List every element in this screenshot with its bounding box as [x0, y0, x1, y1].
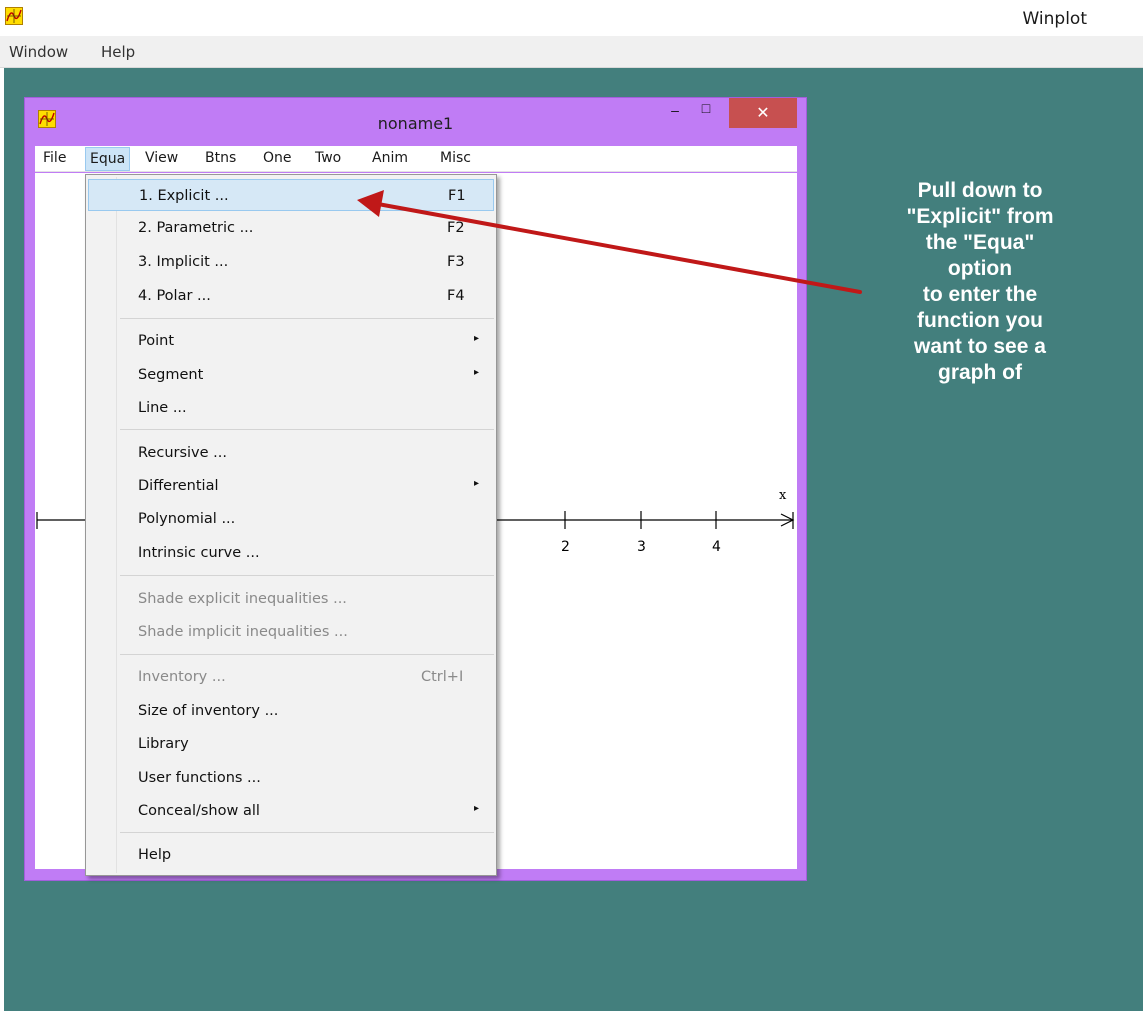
app-titlebar: Winplot [0, 0, 1143, 36]
menu-item-label: Help [138, 847, 172, 863]
menu-separator [120, 575, 494, 576]
menu-item-label: User functions ... [138, 770, 261, 786]
menu-item-label: Shade explicit inequalities ... [138, 591, 347, 607]
menu-item-shortcut: F2 [447, 220, 465, 236]
annotation-line: Pull down to [917, 179, 1043, 202]
maximize-button[interactable]: □ [695, 100, 717, 122]
menu-item-shortcut: F3 [447, 254, 465, 270]
menu-item-label: 4. Polar ... [138, 288, 211, 304]
menu-item-label: Shade implicit inequalities ... [138, 624, 348, 640]
menu-item-label: Size of inventory ... [138, 703, 279, 719]
menu-item-label: Point [138, 333, 175, 349]
menu-separator [120, 654, 494, 655]
menu-item-inventory[interactable]: Inventory ... Ctrl+I [88, 661, 494, 693]
tick-label: 2 [561, 539, 570, 555]
annotation-text: Pull down to "Explicit" from the "Equa" … [855, 178, 1105, 386]
menu-file[interactable]: File [43, 150, 66, 166]
menu-btns[interactable]: Btns [205, 150, 236, 166]
menu-item-label: Segment [138, 367, 204, 383]
menu-view[interactable]: View [145, 150, 178, 166]
submenu-arrow-icon: ▸ [474, 367, 480, 378]
menu-item-size-of-inventory[interactable]: Size of inventory ... [88, 695, 494, 727]
menu-item-label: Recursive ... [138, 445, 227, 461]
submenu-arrow-icon: ▸ [474, 803, 480, 814]
menu-misc[interactable]: Misc [440, 150, 471, 166]
app-menubar: Window Help [0, 36, 1143, 68]
annotation-line: function you [917, 309, 1043, 332]
annotation-line: want to see a [914, 335, 1046, 358]
submenu-arrow-icon: ▸ [474, 478, 480, 489]
tick-label: 4 [712, 539, 721, 555]
menu-item-label: Conceal/show all [138, 803, 260, 819]
app-title: Winplot [1022, 9, 1087, 29]
menu-item-library[interactable]: Library [88, 728, 494, 760]
menu-two[interactable]: Two [315, 150, 341, 166]
menu-item-recursive[interactable]: Recursive ... [88, 437, 494, 469]
menu-item-shade-implicit[interactable]: Shade implicit inequalities ... [88, 616, 494, 648]
menu-item-help[interactable]: Help [88, 839, 494, 871]
tick-label: 3 [637, 539, 646, 555]
menu-item-point[interactable]: Point ▸ [88, 325, 494, 357]
menu-item-label: 3. Implicit ... [138, 254, 229, 270]
menu-item-shortcut: F4 [447, 288, 465, 304]
submenu-arrow-icon: ▸ [474, 333, 480, 344]
menu-item-conceal-show-all[interactable]: Conceal/show all ▸ [88, 795, 494, 827]
equa-dropdown-menu: 1. Explicit ... F1 2. Parametric ... F2 … [85, 174, 497, 876]
menu-separator [120, 832, 494, 833]
menu-item-label: Library [138, 736, 189, 752]
menu-separator [120, 429, 494, 430]
annotation-line: "Explicit" from [906, 205, 1054, 228]
menu-one[interactable]: One [263, 150, 292, 166]
app-menu-window[interactable]: Window [9, 43, 68, 61]
menu-item-label: Differential [138, 478, 219, 494]
menu-item-explicit[interactable]: 1. Explicit ... F1 [88, 179, 494, 211]
x-axis-label: x [779, 488, 787, 503]
minimize-button[interactable]: – [666, 102, 684, 124]
menu-item-intrinsic-curve[interactable]: Intrinsic curve ... [88, 537, 494, 569]
menu-item-segment[interactable]: Segment ▸ [88, 359, 494, 391]
menu-item-label: 1. Explicit ... [139, 188, 229, 204]
annotation-line: the "Equa" [925, 231, 1035, 254]
annotation-line: option [947, 257, 1013, 280]
menu-separator [120, 318, 494, 319]
menu-equa[interactable]: Equa [85, 147, 131, 171]
child-window-title: noname1 [377, 114, 454, 133]
menu-item-polar[interactable]: 4. Polar ... F4 [88, 280, 494, 312]
close-button[interactable]: ✕ [729, 98, 797, 128]
menu-item-polynomial[interactable]: Polynomial ... [88, 503, 494, 535]
winplot-app-icon[interactable] [5, 7, 23, 25]
menu-item-user-functions[interactable]: User functions ... [88, 762, 494, 794]
annotation-line: graph of [938, 361, 1022, 384]
menu-item-label: Intrinsic curve ... [138, 545, 260, 561]
menu-item-shade-explicit[interactable]: Shade explicit inequalities ... [88, 583, 494, 615]
menu-item-shortcut: Ctrl+I [421, 669, 464, 685]
annotation-line: to enter the [922, 283, 1038, 306]
child-menubar: File Equa View Btns One Two Anim Misc [35, 146, 797, 172]
menu-item-label: Line ... [138, 400, 187, 416]
menu-item-shortcut: F1 [448, 188, 466, 204]
menu-item-parametric[interactable]: 2. Parametric ... F2 [88, 212, 494, 244]
menu-item-line[interactable]: Line ... [88, 392, 494, 424]
menu-anim[interactable]: Anim [372, 150, 408, 166]
menu-item-implicit[interactable]: 3. Implicit ... F3 [88, 246, 494, 278]
menu-item-label: 2. Parametric ... [138, 220, 254, 236]
app-menu-help[interactable]: Help [101, 43, 135, 61]
menu-item-label: Polynomial ... [138, 511, 236, 527]
menu-item-differential[interactable]: Differential ▸ [88, 470, 494, 502]
menu-item-label: Inventory ... [138, 669, 226, 685]
